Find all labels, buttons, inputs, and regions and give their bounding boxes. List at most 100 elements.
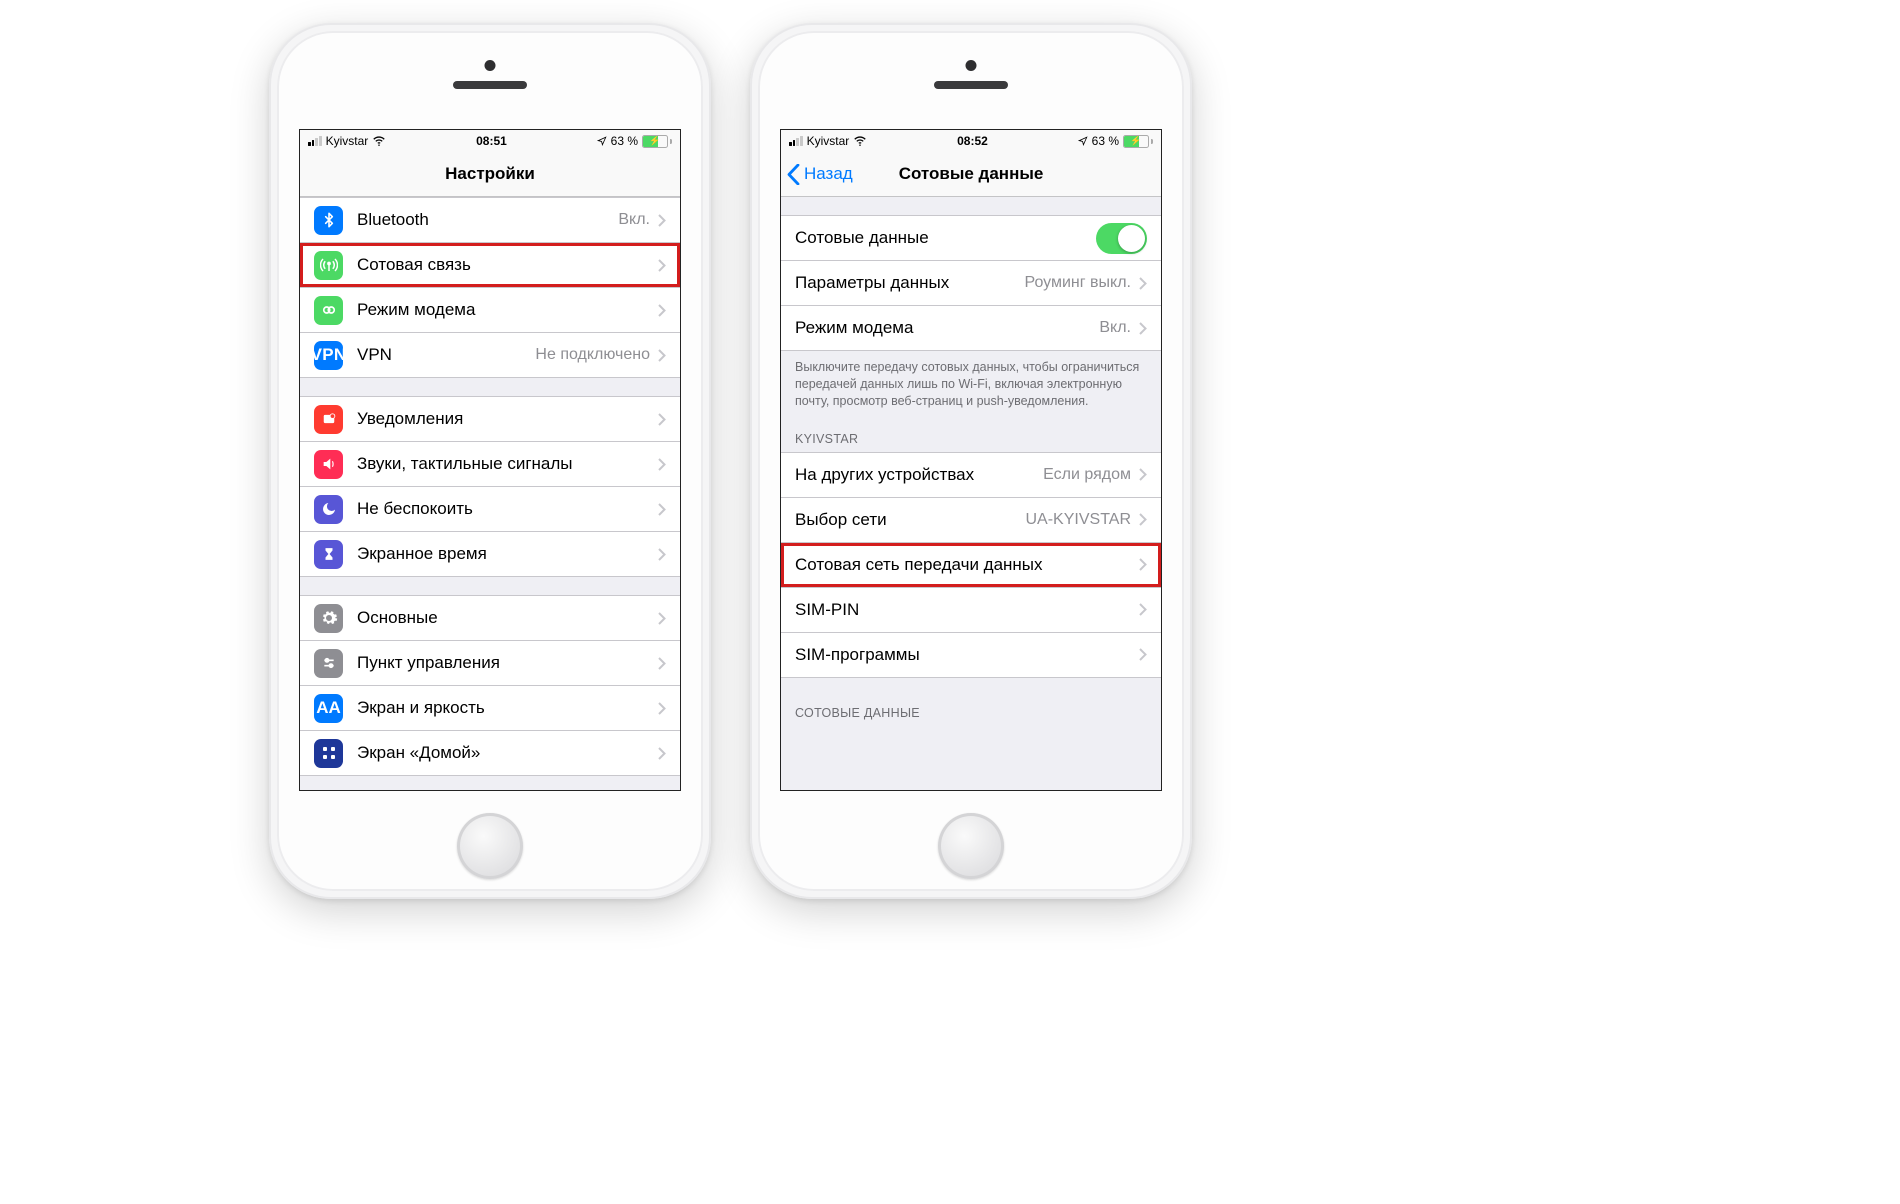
row-vpn[interactable]: VPN VPN Не подключено — [300, 332, 680, 378]
battery-icon: ⚡ — [1123, 135, 1153, 148]
row-display[interactable]: AA Экран и яркость — [300, 685, 680, 730]
cellular-footer-note: Выключите передачу сотовых данных, чтобы… — [781, 351, 1161, 414]
row-control-center[interactable]: Пункт управления — [300, 640, 680, 685]
chevron-right-icon — [1139, 648, 1147, 661]
chevron-right-icon — [1139, 558, 1147, 571]
row-value: Вкл. — [1099, 319, 1131, 337]
camera-dot — [485, 60, 496, 71]
chevron-right-icon — [1139, 322, 1147, 335]
chevron-right-icon — [1139, 603, 1147, 616]
chevron-right-icon — [658, 548, 666, 561]
row-label: SIM-программы — [795, 645, 1139, 665]
nav-title: Сотовые данные — [899, 164, 1044, 184]
row-sim-pin[interactable]: SIM-PIN — [781, 587, 1161, 632]
chevron-right-icon — [658, 747, 666, 760]
row-label: На других устройствах — [795, 465, 1043, 485]
row-label: Экранное время — [357, 544, 658, 564]
cellular-list[interactable]: Сотовые данные Параметры данных Роуминг … — [781, 197, 1161, 791]
row-value: Если рядом — [1043, 466, 1131, 484]
screen-right: Kyivstar 08:52 63 % ⚡ Назад Сотовые данн… — [780, 129, 1162, 791]
row-screentime[interactable]: Экранное время — [300, 531, 680, 577]
phone-left: Kyivstar 08:51 63 % ⚡ Настройки Bluetoot… — [269, 23, 711, 899]
chevron-right-icon — [658, 349, 666, 362]
chevron-right-icon — [1139, 277, 1147, 290]
row-cellular-data[interactable]: Сотовые данные — [781, 215, 1161, 260]
chevron-right-icon — [658, 214, 666, 227]
settings-list[interactable]: Bluetooth Вкл. Сотовая связь Режим модем… — [300, 197, 680, 791]
text-size-icon: AA — [314, 694, 343, 723]
section-header-cellular: СОТОВЫЕ ДАННЫЕ — [781, 678, 1161, 726]
row-dnd[interactable]: Не беспокоить — [300, 486, 680, 531]
carrier-label: Kyivstar — [326, 134, 369, 148]
row-label: Сотовая сеть передачи данных — [795, 555, 1139, 575]
chevron-right-icon — [658, 458, 666, 471]
carrier-label: Kyivstar — [807, 134, 850, 148]
battery-percent: 63 % — [611, 134, 638, 148]
section-header-kyivstar: KYIVSTAR — [781, 414, 1161, 452]
row-label: Основные — [357, 608, 658, 628]
row-label: Выбор сети — [795, 510, 1026, 530]
row-label: Режим модема — [357, 300, 658, 320]
row-value: Не подключено — [535, 346, 650, 364]
row-label: Экран и яркость — [357, 698, 658, 718]
row-label: Режим модема — [795, 318, 1099, 338]
status-bar: Kyivstar 08:52 63 % ⚡ — [781, 130, 1161, 152]
row-label: Экран «Домой» — [357, 743, 658, 763]
battery-icon: ⚡ — [642, 135, 672, 148]
phone-right: Kyivstar 08:52 63 % ⚡ Назад Сотовые данн… — [750, 23, 1192, 899]
row-label: SIM-PIN — [795, 600, 1139, 620]
row-data-options[interactable]: Параметры данных Роуминг выкл. — [781, 260, 1161, 305]
chevron-right-icon — [1139, 468, 1147, 481]
row-hotspot[interactable]: Режим модема Вкл. — [781, 305, 1161, 351]
signal-icon — [789, 136, 803, 146]
back-label: Назад — [804, 164, 853, 184]
row-sounds[interactable]: Звуки, тактильные сигналы — [300, 441, 680, 486]
notifications-icon — [314, 405, 343, 434]
home-button[interactable] — [457, 813, 523, 879]
antenna-icon — [314, 251, 343, 280]
row-general[interactable]: Основные — [300, 595, 680, 640]
row-sim-apps[interactable]: SIM-программы — [781, 632, 1161, 678]
gear-icon — [314, 604, 343, 633]
row-label: VPN — [357, 345, 535, 365]
clock-label: 08:52 — [957, 134, 988, 148]
row-notifications[interactable]: Уведомления — [300, 396, 680, 441]
chevron-right-icon — [658, 259, 666, 272]
row-label: Не беспокоить — [357, 499, 658, 519]
home-button[interactable] — [938, 813, 1004, 879]
row-cellular-data-network[interactable]: Сотовая сеть передачи данных — [781, 542, 1161, 587]
nav-bar: Назад Сотовые данные — [781, 152, 1161, 197]
speaker-icon — [314, 450, 343, 479]
row-label: Bluetooth — [357, 210, 618, 230]
row-home-screen[interactable]: Экран «Домой» — [300, 730, 680, 776]
row-label: Сотовые данные — [795, 228, 1096, 248]
row-hotspot[interactable]: Режим модема — [300, 287, 680, 332]
screen-left: Kyivstar 08:51 63 % ⚡ Настройки Bluetoot… — [299, 129, 681, 791]
chevron-right-icon — [658, 657, 666, 670]
moon-icon — [314, 495, 343, 524]
signal-icon — [308, 136, 322, 146]
toggle-cellular-data[interactable] — [1096, 223, 1147, 254]
grid-icon — [314, 739, 343, 768]
location-icon — [1078, 136, 1088, 146]
hourglass-icon — [314, 540, 343, 569]
row-other-devices[interactable]: На других устройствах Если рядом — [781, 452, 1161, 497]
nav-bar: Настройки — [300, 152, 680, 197]
battery-percent: 63 % — [1092, 134, 1119, 148]
speaker-slot — [453, 81, 527, 89]
row-network-selection[interactable]: Выбор сети UA-KYIVSTAR — [781, 497, 1161, 542]
row-label: Параметры данных — [795, 273, 1024, 293]
row-bluetooth[interactable]: Bluetooth Вкл. — [300, 197, 680, 242]
chevron-right-icon — [658, 702, 666, 715]
row-cellular[interactable]: Сотовая связь — [300, 242, 680, 287]
back-button[interactable]: Назад — [787, 152, 853, 196]
clock-label: 08:51 — [476, 134, 507, 148]
row-label: Сотовая связь — [357, 255, 658, 275]
status-bar: Kyivstar 08:51 63 % ⚡ — [300, 130, 680, 152]
row-label: Звуки, тактильные сигналы — [357, 454, 658, 474]
chevron-left-icon — [787, 164, 800, 185]
row-value: Роуминг выкл. — [1024, 274, 1131, 292]
nav-title: Настройки — [445, 164, 535, 184]
bluetooth-icon — [314, 206, 343, 235]
speaker-slot — [934, 81, 1008, 89]
